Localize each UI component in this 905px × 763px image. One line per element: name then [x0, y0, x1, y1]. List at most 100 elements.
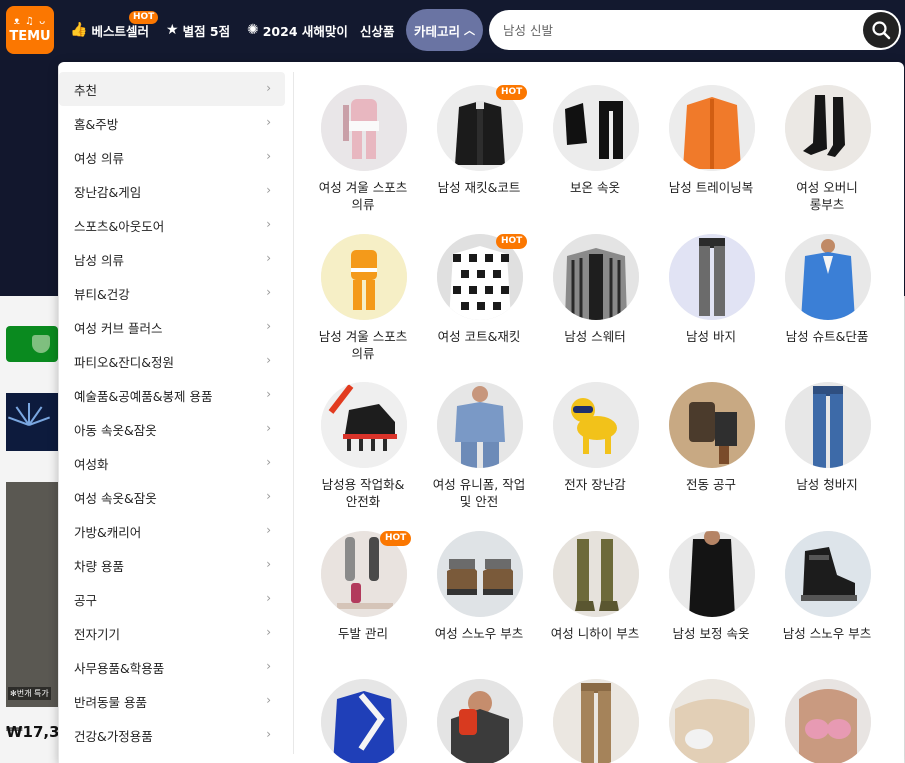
subcategory-label: 여성 니하이 부츠 [550, 626, 640, 641]
chevron-right-icon: › [266, 591, 271, 605]
subcategory-label: 남성 겨울 스포츠 의류 [318, 329, 408, 361]
category-item[interactable]: 반려동물 용품 › [59, 684, 285, 718]
category-item[interactable]: 여성화 › [59, 446, 285, 480]
category-item-label: 홈&주방 [74, 116, 119, 132]
category-item[interactable]: 장난감&게임 › [59, 174, 285, 208]
category-item[interactable]: 공구 › [59, 582, 285, 616]
product-thumbnail [669, 382, 755, 468]
flash-sale-tag: ✻번개 특가 [8, 687, 51, 700]
nav-new-year[interactable]: ✺ 2024 새해맞이 [247, 20, 348, 40]
chevron-up-icon: ︿ [464, 24, 475, 37]
category-item[interactable]: 스포츠&아웃도어 › [59, 208, 285, 242]
nav-new-arrivals[interactable]: 신상품 [360, 20, 395, 40]
product-thumbnail [321, 85, 407, 171]
product-thumbnail [553, 679, 639, 763]
category-item[interactable]: 홈&주방 › [59, 106, 285, 140]
logo-mark: ᴥ ♫ ᴗ [13, 16, 47, 27]
category-item-label: 아동 속옷&잠옷 [74, 422, 157, 438]
chevron-right-icon: › [266, 625, 271, 639]
hot-badge: HOT [380, 531, 412, 546]
chevron-right-icon: › [266, 727, 271, 741]
category-item[interactable]: 여성 의류 › [59, 140, 285, 174]
product-thumbnail [669, 679, 755, 763]
category-item-label: 차량 용품 [74, 558, 124, 574]
product-thumbnail [437, 531, 523, 617]
subcategory-label: 보온 속옷 [570, 180, 620, 195]
category-item[interactable]: 추천 › [59, 72, 285, 106]
chevron-right-icon: › [266, 183, 271, 197]
subcategory-label: 여성 겨울 스포츠 의류 [318, 180, 408, 212]
search-input[interactable] [503, 19, 843, 41]
star-box-icon: ★ [166, 22, 179, 38]
product-card-image[interactable]: ✻번개 특가 [6, 482, 58, 707]
chevron-right-icon: › [266, 455, 271, 469]
category-item-label: 공구 [74, 592, 98, 608]
panel-divider [293, 72, 294, 754]
subcategory-label: 남성 청바지 [796, 477, 858, 492]
category-item-label: 뷰티&건강 [74, 286, 130, 302]
category-item-label: 여성 의류 [74, 150, 124, 166]
chevron-right-icon: › [266, 353, 271, 367]
nav-new-arrivals-label: 신상품 [360, 23, 395, 39]
subcategory-label: 여성 코트&재킷 [437, 329, 521, 344]
subcategory-label: 여성 유니폼, 작업 및 안전 [432, 477, 526, 509]
product-thumbnail [437, 679, 523, 763]
subcategory-label: 남성 스노우 부츠 [782, 626, 872, 641]
firework-icon: ✺ [247, 22, 259, 38]
category-item[interactable]: 예술품&공예품&봉제 용품 › [59, 378, 285, 412]
product-thumbnail [437, 382, 523, 468]
chevron-right-icon: › [266, 489, 271, 503]
category-item[interactable]: 여성 커브 플러스 › [59, 310, 285, 344]
nav-five-star[interactable]: ★ 별점 5점 [166, 20, 230, 40]
hot-badge: HOT [496, 85, 528, 100]
category-item[interactable]: 가방&캐리어 › [59, 514, 285, 548]
product-thumbnail [553, 382, 639, 468]
temu-logo[interactable]: ᴥ ♫ ᴗ TEMU [6, 6, 54, 54]
category-button[interactable]: 카테고리 ︿ [406, 9, 483, 51]
product-thumbnail [785, 234, 871, 320]
search-button[interactable] [863, 12, 899, 48]
category-item[interactable]: 전자기기 › [59, 616, 285, 650]
chevron-right-icon: › [266, 115, 271, 129]
subcategory-label: 여성 스노우 부츠 [434, 626, 524, 641]
product-thumbnail [669, 531, 755, 617]
subcategory-label: 여성 오버니 롱부츠 [796, 180, 858, 212]
category-item-label: 여성 커브 플러스 [74, 320, 163, 336]
chevron-right-icon: › [266, 659, 271, 673]
product-thumbnail [669, 85, 755, 171]
category-item[interactable]: 뷰티&건강 › [59, 276, 285, 310]
chevron-right-icon: › [266, 217, 271, 231]
product-thumbnail [785, 531, 871, 617]
chevron-right-icon: › [266, 149, 271, 163]
chevron-right-icon: › [266, 421, 271, 435]
category-item-label: 예술품&공예품&봉제 용품 [74, 388, 213, 404]
product-price: ₩17,3 [6, 723, 60, 741]
category-item[interactable]: 여성 속옷&잠옷 › [59, 480, 285, 514]
category-item-label: 여성화 [74, 456, 109, 472]
hot-badge: HOT [129, 11, 159, 24]
category-button-label: 카테고리 [413, 23, 460, 39]
subcategory-label: 전자 장난감 [564, 477, 626, 492]
chevron-right-icon: › [266, 523, 271, 537]
category-item-label: 가방&캐리어 [74, 524, 142, 540]
shield-icon [32, 335, 50, 353]
category-item[interactable]: 사무용품&학용품 › [59, 650, 285, 684]
chevron-right-icon: › [266, 557, 271, 571]
category-item-label: 여성 속옷&잠옷 [74, 490, 157, 506]
logo-text: TEMU [9, 29, 51, 44]
nav-new-year-label: 2024 새해맞이 [262, 23, 348, 39]
category-item[interactable]: 건강&가정용품 › [59, 718, 285, 752]
category-dropdown: 추천 › 홈&주방 › 여성 의류 › 장난감&게임 › 스포츠&아웃도어 › 남성 의류… [58, 62, 904, 763]
category-item-label: 건강&가정용품 [74, 728, 153, 744]
product-thumbnail [553, 531, 639, 617]
subcategory-label: 남성 보정 속옷 [672, 626, 750, 641]
category-item-label: 스포츠&아웃도어 [74, 218, 165, 234]
category-item[interactable]: 남성 의류 › [59, 242, 285, 276]
search-icon [872, 21, 891, 40]
chevron-right-icon: › [266, 319, 271, 333]
category-item[interactable]: 파티오&잔디&정원 › [59, 344, 285, 378]
category-item[interactable]: 차량 용품 › [59, 548, 285, 582]
category-item[interactable]: 아동 속옷&잠옷 › [59, 412, 285, 446]
subcategory-label: 남성용 작업화&안전화 [321, 477, 405, 509]
category-list: 추천 › 홈&주방 › 여성 의류 › 장난감&게임 › 스포츠&아웃도어 › 남성 의류… [58, 72, 294, 752]
